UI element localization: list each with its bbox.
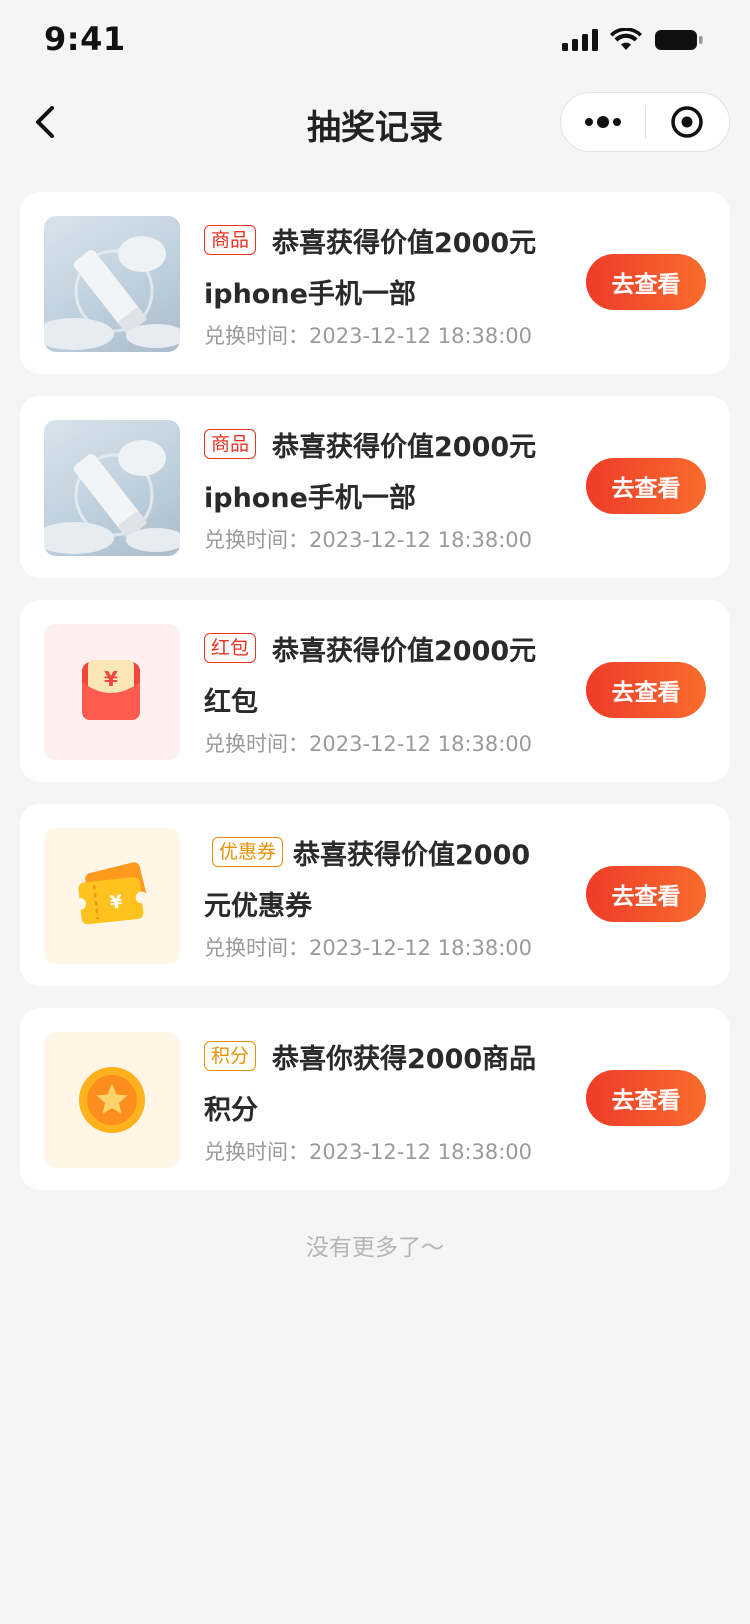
record-type-tag: 商品 [204,429,257,459]
product-image [44,216,180,352]
exchange-time: 兑换时间：2023-12-12 18:38:00 [204,932,532,962]
record-title-row: 商品 恭喜获得价值2000元 [204,220,536,260]
record-title-continued: 积分 [204,1095,258,1126]
record-card: 积分 恭喜你获得2000商品 积分 兑换时间：2023-12-12 18:38:… [20,1008,730,1190]
record-title-row: 商品 恭喜获得价值2000元 [204,424,536,464]
navigation-bar: 抽奖记录 [0,84,750,160]
mini-program-capsule [560,92,730,152]
close-mini-program-button[interactable] [646,92,730,152]
exchange-time-value: 2023-12-12 18:38:00 [309,936,533,960]
wifi-icon [610,28,642,50]
exchange-time: 兑换时间：2023-12-12 18:38:00 [204,320,532,350]
record-title: 恭喜获得价值2000元 [272,431,537,463]
record-card: ¥ 红包 恭喜获得价值2000元 红包 兑换时间：2023-12-12 18:3… [20,600,730,782]
record-card: ¥ 优惠券 恭喜获得价值2000 元优惠券 兑换时间：2023-12-12 18… [20,804,730,986]
view-button[interactable]: 去查看 [586,662,706,718]
record-title-continued: iphone手机一部 [204,483,416,514]
coupon-thumbnail: ¥ [44,828,180,964]
more-button[interactable] [561,92,645,152]
exchange-time-value: 2023-12-12 18:38:00 [309,1140,533,1164]
record-card: 商品 恭喜获得价值2000元 iphone手机一部 兑换时间：2023-12-1… [20,192,730,374]
exchange-time-label: 兑换时间： [204,324,309,348]
record-card: 商品 恭喜获得价值2000元 iphone手机一部 兑换时间：2023-12-1… [20,396,730,578]
record-type-tag: 红包 [204,633,257,663]
view-button[interactable]: 去查看 [586,458,706,514]
status-time: 9:41 [44,20,126,58]
svg-text:¥: ¥ [104,667,118,691]
exchange-time: 兑换时间：2023-12-12 18:38:00 [204,524,532,554]
target-close-icon [671,106,703,138]
status-bar: 9:41 [0,0,750,80]
exchange-time-value: 2023-12-12 18:38:00 [309,324,533,348]
coupon-icon: ¥ [74,862,148,925]
no-more-text: 没有更多了～ [306,1235,444,1261]
record-title: 恭喜获得价值2000元 [272,227,537,259]
battery-icon [655,30,703,50]
more-dots-icon [584,116,621,128]
exchange-time: 兑换时间：2023-12-12 18:38:00 [204,728,532,758]
record-title-continued: iphone手机一部 [204,279,416,310]
record-type-tag: 商品 [204,225,257,255]
red-envelope-icon: ¥ [82,660,140,720]
exchange-time-value: 2023-12-12 18:38:00 [309,528,533,552]
status-icons [562,28,704,52]
record-list: 商品 恭喜获得价值2000元 iphone手机一部 兑换时间：2023-12-1… [20,192,730,1212]
record-title: 恭喜获得价值2000元 [272,635,537,667]
record-title: 恭喜你获得2000商品 [272,1043,537,1075]
view-button[interactable]: 去查看 [586,254,706,310]
red-envelope-thumbnail: ¥ [44,624,180,760]
record-type-tag: 优惠券 [212,837,284,867]
record-title-row: 积分 恭喜你获得2000商品 [204,1036,536,1076]
product-image [44,420,180,556]
record-title: 恭喜获得价值2000 [293,839,531,871]
record-title-continued: 红包 [204,687,258,718]
exchange-time-label: 兑换时间： [204,528,309,552]
cellular-signal-icon [562,29,598,51]
exchange-time: 兑换时间：2023-12-12 18:38:00 [204,1136,532,1166]
exchange-time-label: 兑换时间： [204,1140,309,1164]
exchange-time-label: 兑换时间： [204,936,309,960]
record-type-tag: 积分 [204,1041,257,1071]
view-button[interactable]: 去查看 [586,1070,706,1126]
record-title-continued: 元优惠券 [204,891,312,922]
record-title-row: 优惠券 恭喜获得价值2000 [204,832,530,872]
points-coin-icon [79,1067,145,1133]
exchange-time-label: 兑换时间： [204,732,309,756]
record-title-row: 红包 恭喜获得价值2000元 [204,628,536,668]
exchange-time-value: 2023-12-12 18:38:00 [309,732,533,756]
points-thumbnail [44,1032,180,1168]
view-button[interactable]: 去查看 [586,866,706,922]
